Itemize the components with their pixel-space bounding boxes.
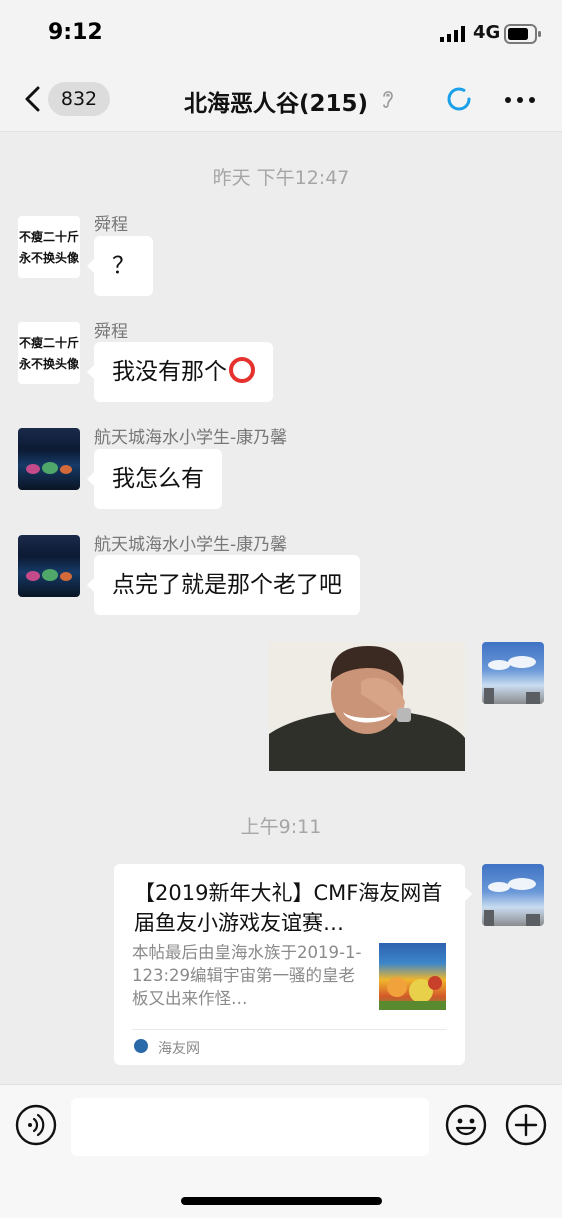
link-card-thumbnail [379, 943, 446, 1010]
laughing-man-photo [269, 642, 465, 771]
message-bubble[interactable]: 我没有那个 [87, 342, 273, 402]
avatar[interactable]: 不瘦二十斤 永不换头像 [18, 322, 80, 384]
sender-name: 舜程 [94, 322, 128, 342]
signal-icon [440, 26, 465, 42]
message-text: 我没有那个 [112, 359, 227, 385]
message-text: ？ [112, 253, 135, 279]
own-avatar[interactable] [482, 864, 544, 926]
network-label: 4G [473, 22, 501, 43]
timestamp: 上午9:11 [240, 816, 322, 838]
avatar-text: 不瘦二十斤 [19, 230, 80, 244]
sender-name: 舜程 [94, 215, 128, 235]
plus-icon[interactable] [505, 1104, 547, 1146]
own-avatar[interactable] [482, 642, 544, 704]
emoji-icon[interactable] [445, 1104, 487, 1146]
message-bubble[interactable]: 我怎么有 [87, 449, 222, 509]
sender-name: 航天城海水小学生-康乃馨 [94, 428, 288, 448]
link-card[interactable]: 【2019新年大礼】CMF海友网首届鱼友小游戏友谊赛… 本帖最后由皇海水族于20… [114, 864, 472, 1065]
divider [132, 1029, 447, 1030]
status-bar: 9:12 4G [0, 0, 562, 66]
message-text: 我怎么有 [112, 466, 204, 492]
back-icon[interactable] [22, 86, 44, 112]
chat-title[interactable]: 北海恶人谷(215) [184, 84, 368, 118]
nav-bar: 832 北海恶人谷(215) [0, 66, 562, 132]
avatar-text: 永不换头像 [19, 251, 80, 265]
link-card-source: 海友网 [158, 1041, 200, 1057]
timestamp: 昨天 下午12:47 [212, 167, 350, 189]
sender-name: 航天城海水小学生-康乃馨 [94, 535, 288, 555]
loading-icon [447, 87, 471, 111]
avatar[interactable]: 不瘦二十斤 永不换头像 [18, 216, 80, 278]
link-card-description: 本帖最后由皇海水族于2019-1-123:29编辑宇宙第一骚的皇老板又出来作怪… [132, 943, 362, 1008]
source-logo-icon [134, 1039, 148, 1053]
message-bubble[interactable]: ？ [87, 236, 153, 296]
avatar-text: 永不换头像 [19, 357, 80, 371]
voice-icon[interactable] [15, 1104, 57, 1146]
avatar-text: 不瘦二十斤 [19, 336, 80, 350]
message-text: 点完了就是那个老了吧 [112, 572, 342, 598]
link-card-title: 【2019新年大礼】CMF海友网首届鱼友小游戏友谊赛… [134, 881, 443, 935]
home-indicator[interactable] [181, 1197, 382, 1205]
battery-icon [504, 24, 541, 44]
image-message[interactable] [269, 642, 465, 771]
avatar[interactable] [18, 428, 80, 490]
message-input[interactable] [71, 1098, 429, 1156]
red-circle-emoji-icon [229, 357, 255, 383]
unread-count-badge[interactable]: 832 [48, 82, 110, 116]
avatar[interactable] [18, 535, 80, 597]
message-bubble[interactable]: 点完了就是那个老了吧 [87, 555, 360, 615]
status-time: 9:12 [48, 20, 103, 45]
ear-icon [383, 91, 393, 108]
more-icon[interactable] [504, 96, 536, 104]
